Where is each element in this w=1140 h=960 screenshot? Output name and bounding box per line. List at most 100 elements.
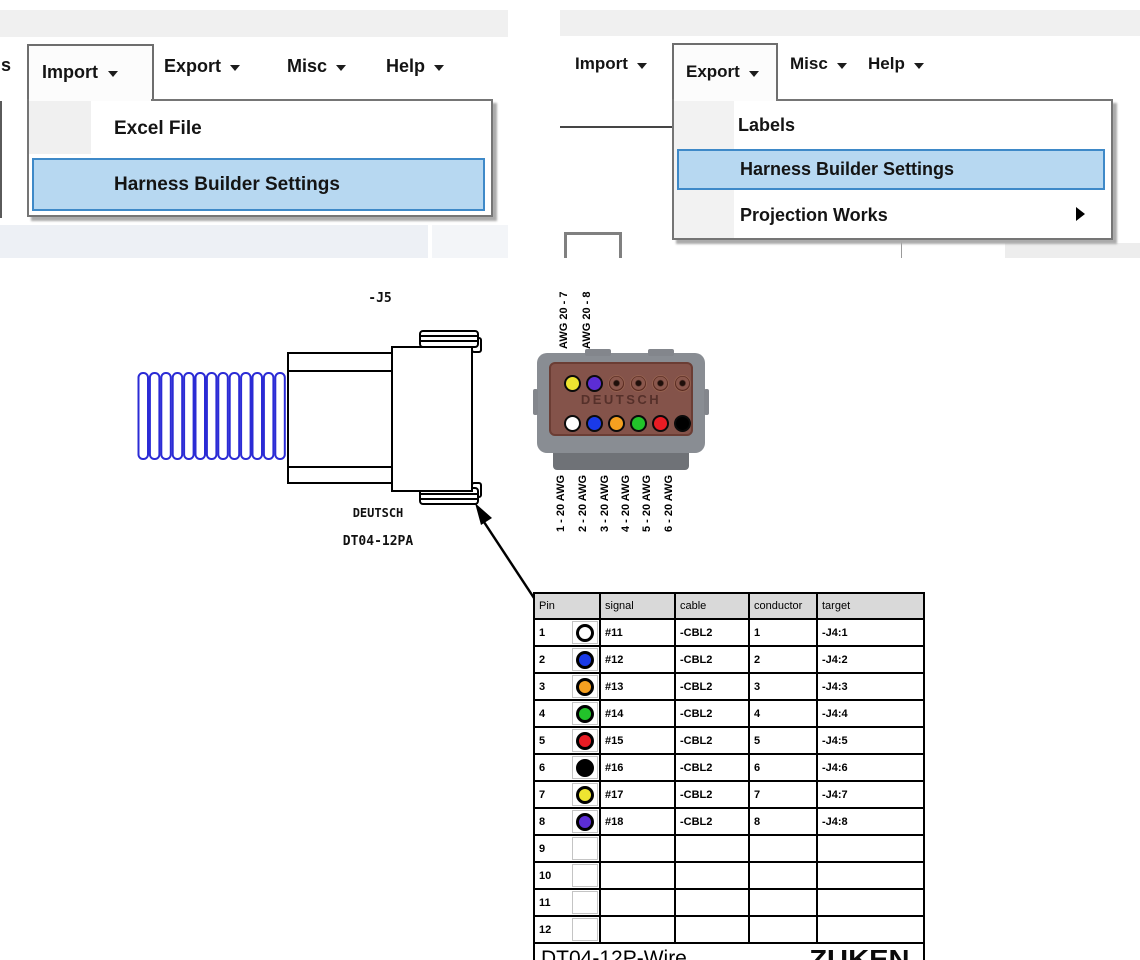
photo-side-bump [533,389,538,415]
menu-import-open[interactable]: Import [27,44,154,99]
table-row: 10 [534,862,924,889]
swatch-box [572,918,598,941]
wire-color-swatch [576,651,594,669]
wire-color-swatch [576,705,594,723]
background-box-fragment [564,232,622,258]
table-row: 2#12-CBL22-J4:2 [534,646,924,673]
wire-label-bottom-3: 3 - 20 AWG [599,475,611,532]
connector-face: DEUTSCH [549,362,693,436]
table-row: 3#13-CBL23-J4:3 [534,673,924,700]
menu-export-label: Export [686,62,740,82]
menu-help[interactable]: Help [868,48,924,80]
wire-color-swatch [576,624,594,642]
wire-label-bottom-6: 6 - 20 AWG [663,475,675,532]
col-header-pin: Pin [534,593,600,619]
manufacturer-label: DEUTSCH [328,506,428,520]
wire-label-bottom-1: 1 - 20 AWG [555,475,567,532]
wire-label-bottom-2: 2 - 20 AWG [577,475,589,532]
swatch-box [572,702,598,725]
wire-color-swatch [576,813,594,831]
chevron-down-icon [230,65,240,71]
menu-misc[interactable]: Misc [287,50,346,82]
pin-assignment-table: Pin signal cable conductor target 1#11-C… [533,592,925,960]
background-panel-right [1005,243,1140,258]
wire-label-top-2: AWG 20 - 8 [581,292,593,349]
corrugated-tube-drawing [137,371,288,463]
truncated-menu-text: s [1,55,11,76]
menuitem-harness-builder-settings[interactable]: Harness Builder Settings [32,158,485,211]
zuken-logo: ZUKEN [820,944,917,960]
wire-dot [674,415,691,432]
wire-dot [652,415,669,432]
table-row: 1#11-CBL21-J4:1 [534,619,924,646]
swatch-box [572,837,598,860]
table-row: 5#15-CBL25-J4:5 [534,727,924,754]
part-number-label: DT04-12PA [318,534,438,549]
background-panel-left-2 [432,225,508,258]
table-footer-row: DT04-12P-Wire ZUKEN [534,943,924,960]
cavity-row-top [564,375,691,392]
col-header-signal: signal [600,593,675,619]
wire-label-bottom-4: 4 - 20 AWG [620,475,632,532]
wire-color-swatch [576,678,594,696]
menu-help[interactable]: Help [386,50,444,82]
wire-dot [564,415,581,432]
import-dropdown-menu: Excel File Harness Builder Settings [27,99,493,217]
swatch-box [572,810,598,833]
col-header-target: target [817,593,924,619]
photo-side-bump [704,389,709,415]
connector-reference-label: -J5 [355,291,405,306]
connector-photo: DEUTSCH [537,353,705,453]
wire-dot [630,415,647,432]
menu-export-open[interactable]: Export [672,43,778,99]
menu-import[interactable]: Import [575,48,647,80]
table-row: 6#16-CBL26-J4:6 [534,754,924,781]
menu-misc[interactable]: Misc [790,48,847,80]
table-header-row: Pin signal cable conductor target [534,593,924,619]
wire-color-swatch [576,732,594,750]
swatch-box [572,675,598,698]
submenu-arrow-icon [1076,207,1085,221]
swatch-box [572,783,598,806]
swatch-box [572,891,598,914]
chevron-down-icon [749,71,759,77]
wire-color-swatch [576,759,594,777]
wire-label-top-1: AWG 20 - 7 [558,292,570,349]
empty-cavity [608,375,625,392]
wire-dot [586,415,603,432]
chevron-down-icon [837,63,847,69]
chevron-down-icon [434,65,444,71]
table-row: 4#14-CBL24-J4:4 [534,700,924,727]
chevron-down-icon [637,63,647,69]
menuitem-projection-works[interactable]: Projection Works [740,193,888,237]
menuitem-labels[interactable]: Labels [738,103,795,147]
menu-export[interactable]: Export [164,50,240,82]
menuitem-harness-builder-settings[interactable]: Harness Builder Settings [677,149,1105,190]
brand-embossed-text: DEUTSCH [551,392,691,407]
table-row: 11 [534,889,924,916]
col-header-cable: cable [675,593,749,619]
window-edge-left [0,101,2,218]
toolbar-strip-right [560,10,1140,36]
table-row: 7#17-CBL27-J4:7 [534,781,924,808]
wire-dot [564,375,581,392]
menuitem-excel-file[interactable]: Excel File [114,102,202,155]
photo-latch-tab [585,349,611,356]
background-edge-right [560,126,672,128]
wire-color-swatch [576,786,594,804]
swatch-box [572,621,598,644]
table-row: 12 [534,916,924,943]
table-row: 8#18-CBL28-J4:8 [534,808,924,835]
leader-arrow [468,498,543,603]
swatch-box [572,756,598,779]
swatch-box [572,729,598,752]
photo-latch-tab [648,349,674,356]
chevron-down-icon [336,65,346,71]
swatch-box [572,864,598,887]
menu-icon-gutter [29,101,91,154]
empty-cavity [652,375,669,392]
background-panel-left [0,225,428,258]
cavity-row-bottom [564,415,691,432]
connector-body-drawing [285,325,500,510]
chevron-down-icon [108,71,118,77]
